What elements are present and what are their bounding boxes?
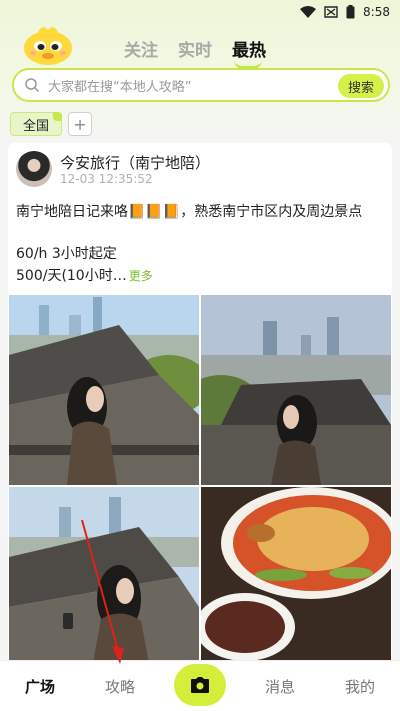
region-chip-all[interactable]: 全国 bbox=[10, 112, 63, 136]
feed-tabs: 关注 实时 最热 bbox=[124, 36, 266, 69]
battery-icon bbox=[346, 5, 355, 19]
mascot-logo[interactable] bbox=[20, 22, 76, 66]
tab-following[interactable]: 关注 bbox=[124, 36, 158, 61]
bottom-nav: 广场 攻略 消息 我的 bbox=[0, 660, 400, 711]
more-link[interactable]: 更多 bbox=[129, 269, 153, 283]
post-price-hourly: 60/h 3小时起定 bbox=[16, 246, 117, 262]
nav-messages[interactable]: 消息 bbox=[240, 676, 320, 697]
signal-icon bbox=[324, 6, 338, 18]
search-icon bbox=[25, 78, 40, 93]
region-filter: 全国 + bbox=[10, 112, 93, 136]
camera-button[interactable] bbox=[174, 664, 226, 706]
post-price-daily-text: 500/天(10小时… bbox=[16, 268, 127, 284]
post-photo-3[interactable] bbox=[9, 487, 199, 663]
post-photo-1[interactable] bbox=[9, 295, 199, 485]
nav-profile[interactable]: 我的 bbox=[320, 676, 400, 697]
post-photo-2[interactable] bbox=[201, 295, 391, 485]
post-photo-4[interactable] bbox=[201, 487, 391, 663]
avatar[interactable] bbox=[16, 151, 52, 187]
search-button[interactable]: 搜索 bbox=[338, 74, 384, 98]
nav-guides[interactable]: 攻略 bbox=[80, 676, 160, 697]
post-title: 南宁地陪日记来咯📙📙📙，熟悉南宁市区内及周边景点 bbox=[16, 204, 363, 220]
wifi-icon bbox=[300, 6, 317, 18]
nav-plaza[interactable]: 广场 bbox=[0, 676, 80, 697]
search-bar[interactable]: 大家都在搜“本地人攻略” 搜索 bbox=[12, 68, 390, 102]
author-name[interactable]: 今安旅行（南宁地陪） bbox=[60, 152, 210, 173]
post-time: 12-03 12:35:52 bbox=[60, 172, 153, 186]
selected-corner-icon bbox=[53, 112, 63, 121]
search-input[interactable]: 大家都在搜“本地人攻略” bbox=[48, 76, 388, 95]
post-card[interactable]: 今安旅行（南宁地陪） 12-03 12:35:52 南宁地陪日记来咯📙📙📙，熟悉… bbox=[8, 143, 392, 663]
top-bar: 关注 实时 最热 bbox=[0, 18, 400, 69]
nav-camera bbox=[160, 664, 240, 706]
tab-hottest[interactable]: 最热 bbox=[232, 36, 266, 69]
post-price-daily: 500/天(10小时… 更多 bbox=[16, 265, 153, 285]
clock: 8:58 bbox=[363, 5, 390, 19]
add-region-button[interactable]: + bbox=[68, 112, 93, 136]
tab-realtime[interactable]: 实时 bbox=[178, 36, 212, 61]
region-chip-label: 全国 bbox=[23, 118, 50, 134]
camera-icon bbox=[191, 677, 209, 693]
